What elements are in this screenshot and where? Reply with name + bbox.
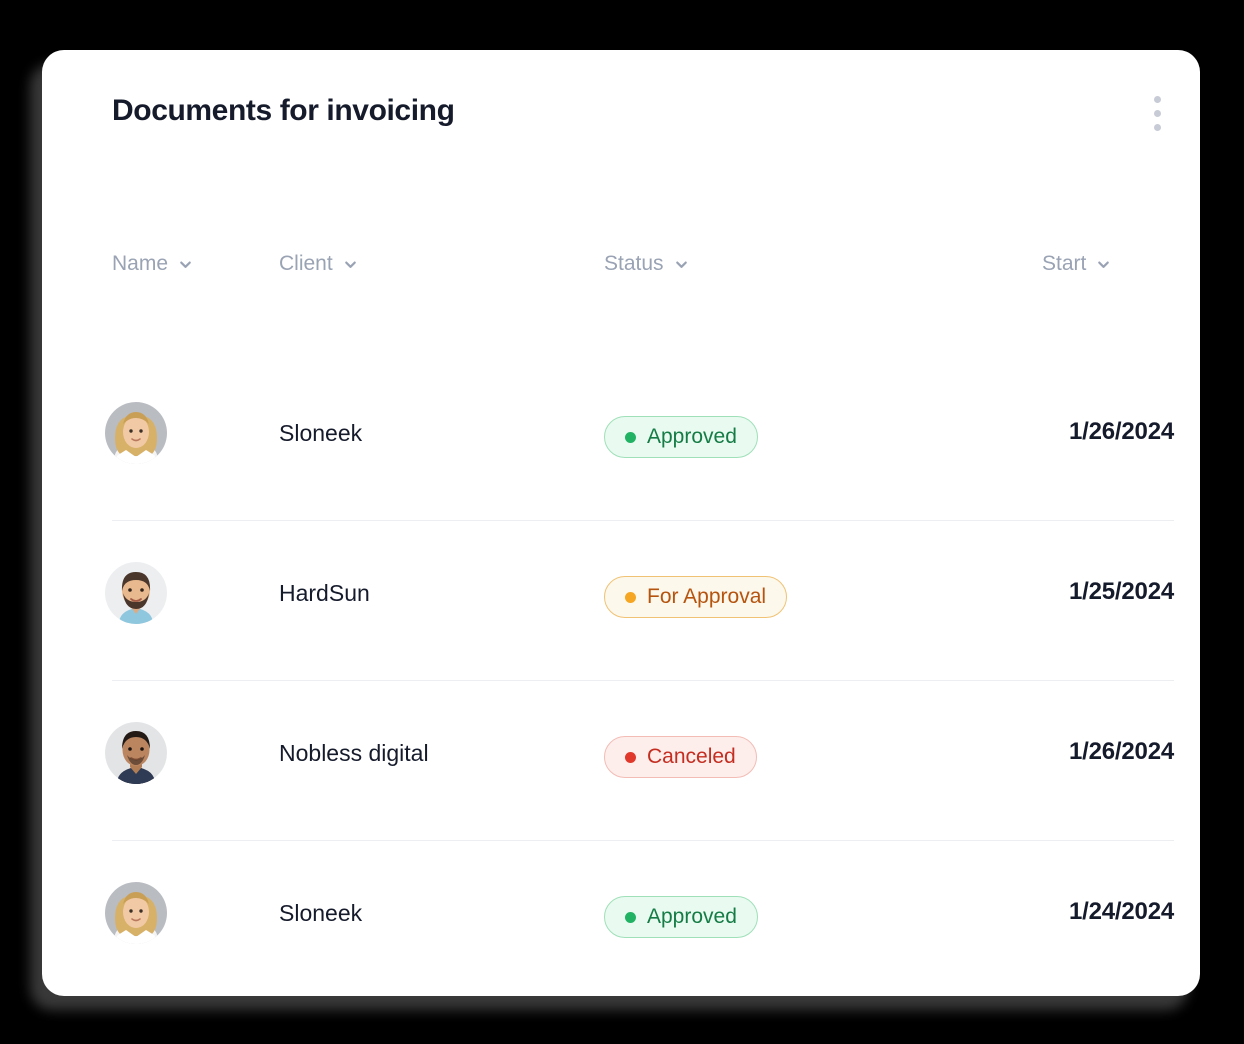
status-dot-icon bbox=[625, 911, 636, 923]
start-date: 1/25/2024 bbox=[1069, 578, 1174, 605]
table-row[interactable]: Sloneek Approved 1/24/2024 bbox=[42, 840, 1200, 996]
column-headers: Name Client Status Start bbox=[42, 240, 1200, 300]
status-badge[interactable]: For Approval bbox=[604, 576, 788, 618]
status-cell: For Approval bbox=[604, 576, 788, 618]
column-header-name-label: Name bbox=[112, 252, 169, 275]
start-date: 1/24/2024 bbox=[1069, 898, 1174, 925]
documents-card: Documents for invoicing Name Client Stat… bbox=[42, 50, 1200, 996]
column-header-status-label: Status bbox=[604, 252, 664, 275]
start-date: 1/26/2024 bbox=[1069, 738, 1174, 765]
chevron-down-icon bbox=[1096, 257, 1111, 272]
client-name: Sloneek bbox=[279, 420, 363, 446]
chevron-down-icon bbox=[343, 257, 358, 272]
kebab-dot bbox=[1153, 123, 1161, 131]
table-row[interactable]: HardSun For Approval 1/25/2024 bbox=[42, 520, 1200, 680]
status-cell: Approved bbox=[604, 416, 758, 458]
avatar bbox=[105, 882, 167, 944]
kebab-dot bbox=[1153, 109, 1161, 117]
client-name: Sloneek bbox=[279, 900, 363, 926]
documents-table: Sloneek Approved 1/26/2024 HardSun For A… bbox=[42, 360, 1200, 996]
status-badge[interactable]: Approved bbox=[604, 416, 758, 458]
status-badge-label: Approved bbox=[647, 905, 737, 928]
status-badge-label: Canceled bbox=[647, 745, 736, 768]
kebab-dot bbox=[1153, 95, 1161, 103]
status-badge[interactable]: Approved bbox=[604, 896, 758, 938]
client-name: Nobless digital bbox=[279, 740, 429, 766]
status-dot-icon bbox=[625, 431, 636, 443]
status-cell: Canceled bbox=[604, 736, 757, 778]
status-badge-label: Approved bbox=[647, 425, 737, 448]
column-header-client-label: Client bbox=[279, 252, 333, 275]
column-header-start[interactable]: Start bbox=[1042, 252, 1111, 276]
status-badge[interactable]: Canceled bbox=[604, 736, 757, 778]
chevron-down-icon bbox=[674, 257, 689, 272]
status-dot-icon bbox=[625, 591, 636, 603]
table-row[interactable]: Nobless digital Canceled 1/26/2024 bbox=[42, 680, 1200, 840]
column-header-client[interactable]: Client bbox=[279, 252, 358, 276]
page-root: Documents for invoicing Name Client Stat… bbox=[0, 0, 1244, 1044]
card-header: Documents for invoicing bbox=[42, 50, 1200, 180]
chevron-down-icon bbox=[178, 257, 193, 272]
avatar bbox=[105, 722, 167, 784]
status-dot-icon bbox=[625, 751, 636, 763]
status-cell: Approved bbox=[604, 896, 758, 938]
status-badge-label: For Approval bbox=[647, 585, 767, 608]
avatar bbox=[105, 402, 167, 464]
column-header-name[interactable]: Name bbox=[112, 252, 193, 276]
start-date: 1/26/2024 bbox=[1069, 418, 1174, 445]
avatar bbox=[105, 562, 167, 624]
kebab-menu-icon[interactable] bbox=[1144, 88, 1170, 138]
page-title: Documents for invoicing bbox=[112, 94, 455, 127]
column-header-status[interactable]: Status bbox=[604, 252, 689, 276]
column-header-start-label: Start bbox=[1042, 252, 1087, 275]
client-name: HardSun bbox=[279, 580, 370, 606]
table-row[interactable]: Sloneek Approved 1/26/2024 bbox=[42, 360, 1200, 520]
